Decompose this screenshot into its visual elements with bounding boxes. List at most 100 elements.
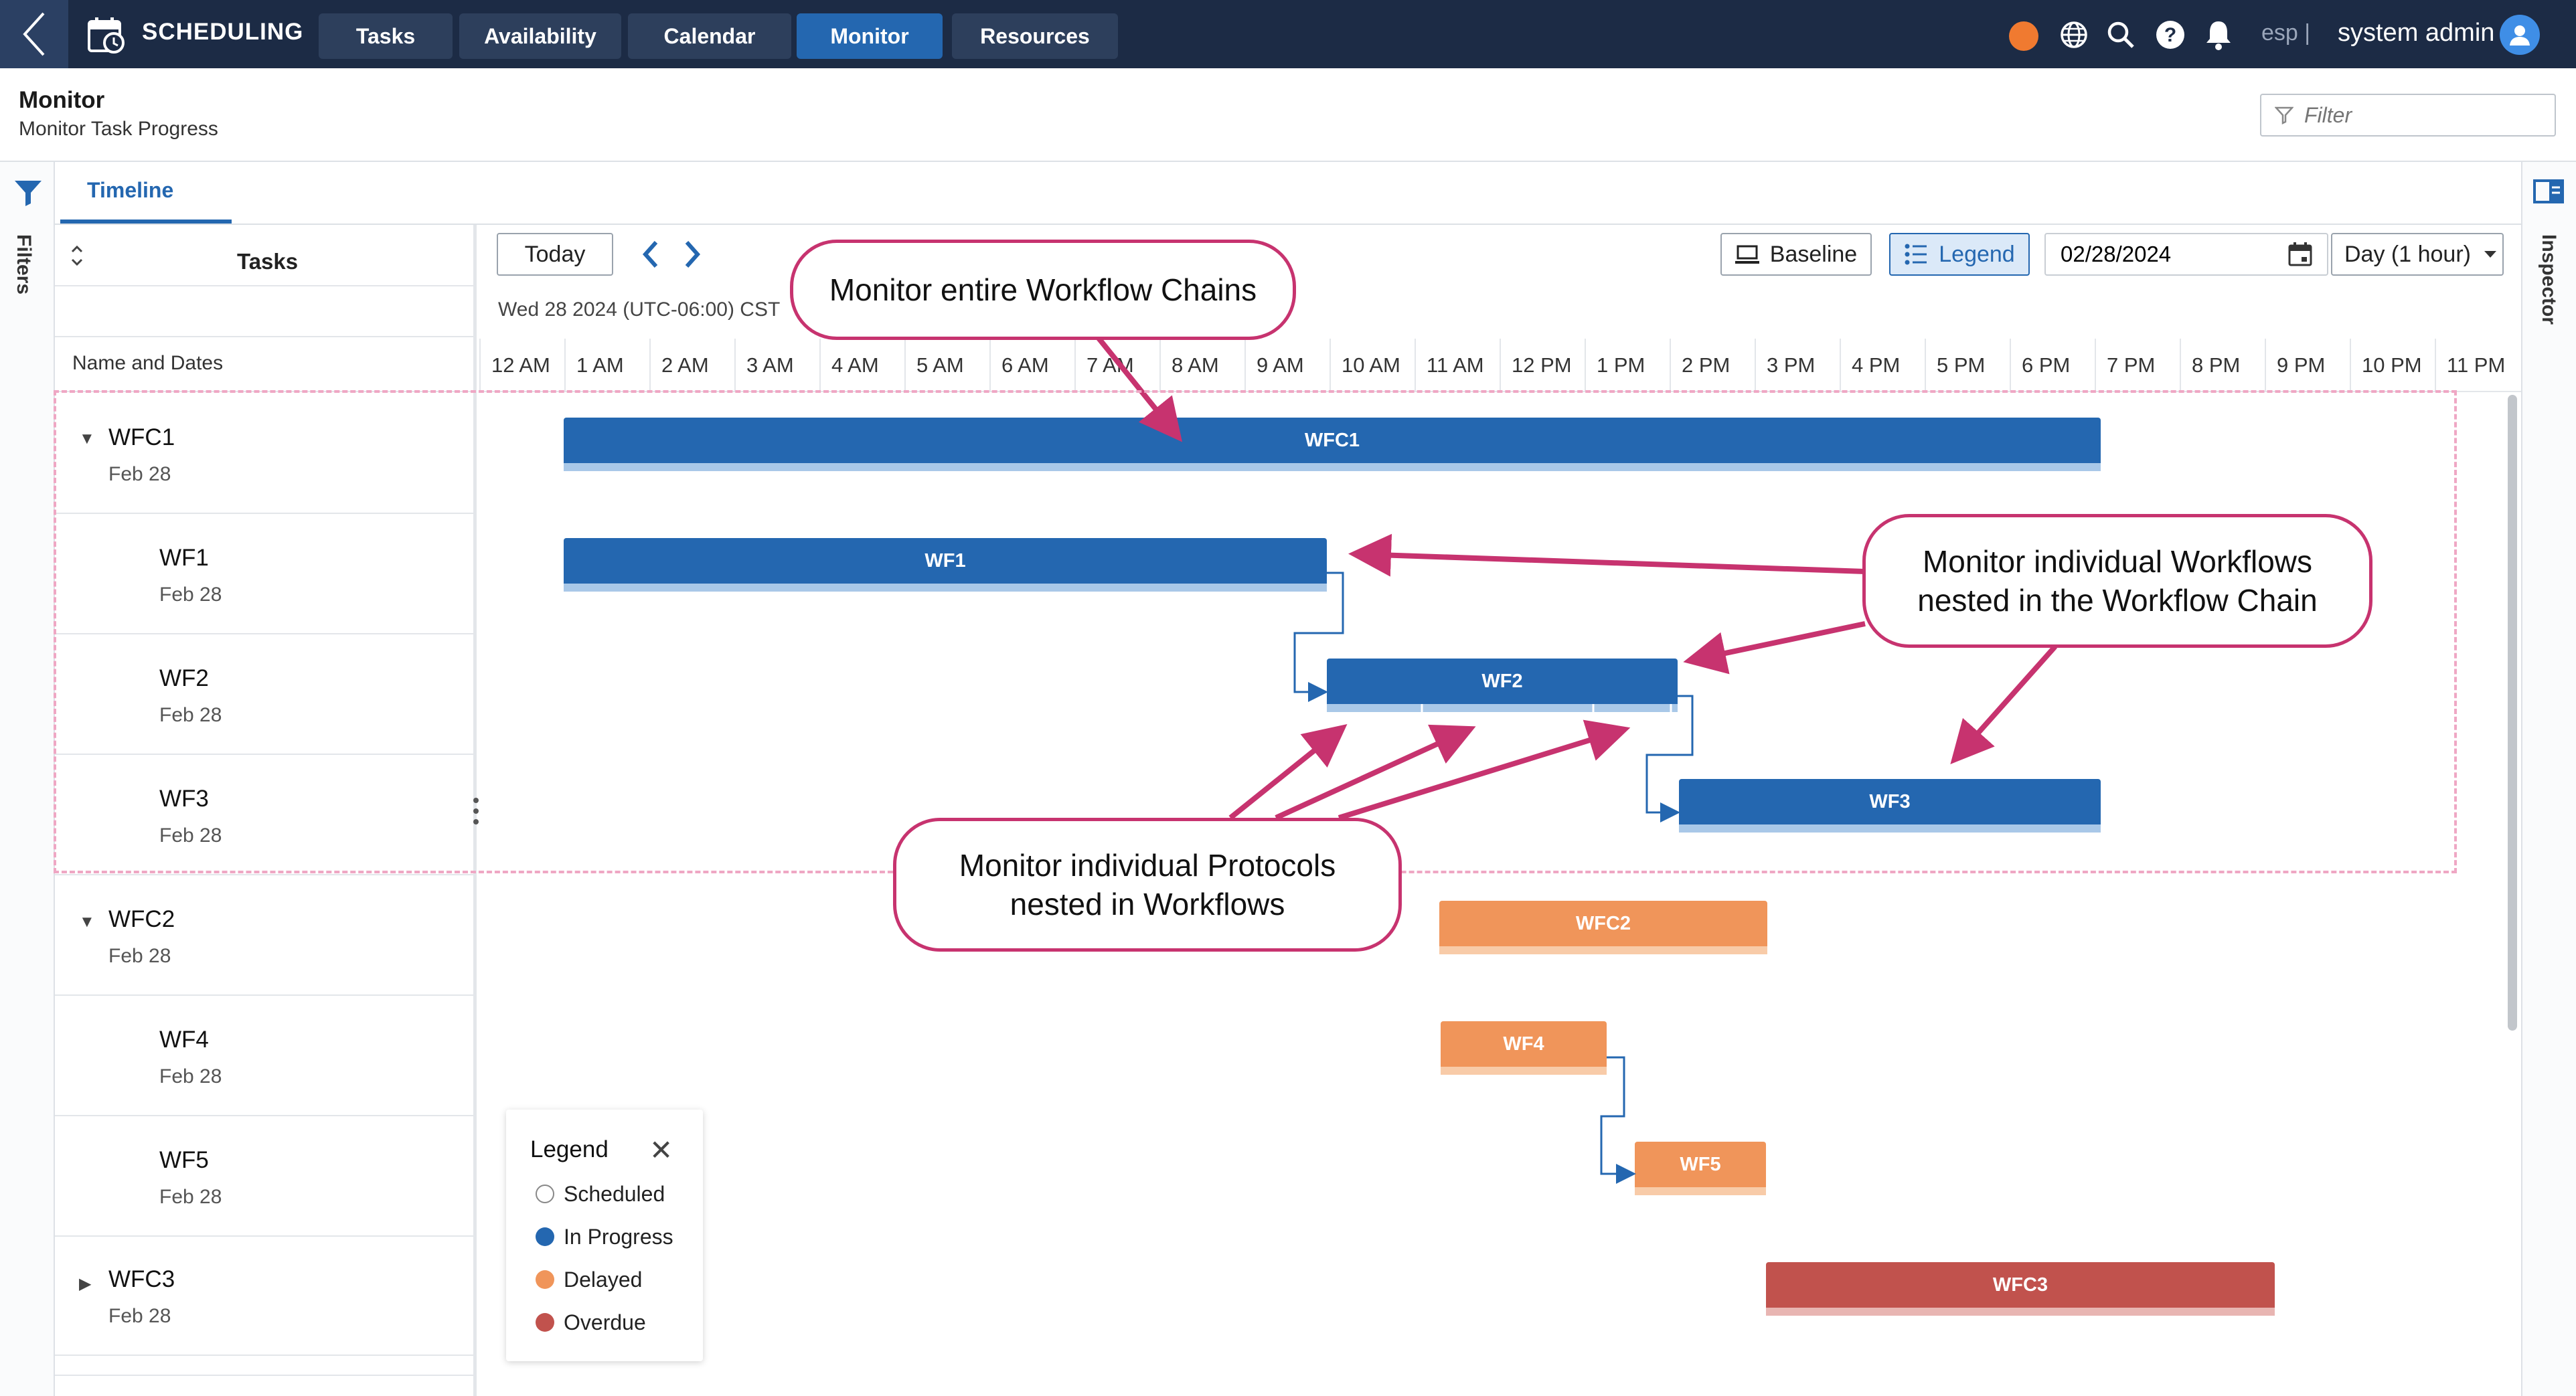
- filter-input[interactable]: [2303, 102, 2547, 128]
- hour-label: 9 PM: [2265, 339, 2350, 392]
- nav-tab-resources[interactable]: Resources: [952, 13, 1118, 59]
- task-name: WFC3: [108, 1266, 175, 1292]
- hour-label: 2 PM: [1670, 339, 1755, 392]
- hour-label: 6 PM: [2010, 339, 2095, 392]
- filter-field[interactable]: [2260, 94, 2556, 137]
- nav-tab-tasks[interactable]: Tasks: [319, 13, 453, 59]
- tab-timeline[interactable]: Timeline: [87, 178, 173, 203]
- gantt-bar-wfc3[interactable]: WFC3: [1766, 1262, 2275, 1308]
- back-button[interactable]: [0, 0, 68, 68]
- sort-icon[interactable]: [67, 242, 87, 269]
- callout-workflows: Monitor individual Workflows nested in t…: [1862, 514, 2372, 648]
- user-icon[interactable]: [2500, 15, 2540, 55]
- progress-line: [1441, 1067, 1607, 1075]
- gantt-bar-wf4[interactable]: WF4: [1441, 1021, 1607, 1067]
- task-row[interactable]: ▶ WFC3 Feb 28: [55, 1237, 474, 1355]
- callout-line: Monitor individual Workflows: [1922, 544, 2313, 579]
- hour-label: 11 AM: [1415, 339, 1500, 392]
- caret-down-icon[interactable]: ▼: [79, 913, 95, 932]
- user-name[interactable]: system admin: [2338, 19, 2494, 48]
- page-subtitle: Monitor Task Progress: [19, 118, 218, 140]
- legend-dot-overdue: [536, 1313, 554, 1332]
- task-date: Feb 28: [108, 945, 171, 967]
- task-date: Feb 28: [159, 1186, 222, 1208]
- svg-text:?: ?: [2164, 24, 2176, 46]
- hour-label: 12 AM: [479, 339, 564, 392]
- legend-item: Delayed: [564, 1268, 643, 1292]
- task-row[interactable]: ▼ WFC2 Feb 28: [55, 875, 474, 994]
- hour-label: 8 AM: [1159, 339, 1244, 392]
- globe-icon[interactable]: [2058, 19, 2090, 51]
- hour-label: 11 PM: [2435, 339, 2520, 392]
- gantt-bar-wfc2[interactable]: WFC2: [1439, 901, 1767, 946]
- hour-label: 5 PM: [1925, 339, 2010, 392]
- callout-protocols: Monitor individual Protocols nested in W…: [893, 818, 1402, 952]
- chevron-left-icon[interactable]: [639, 238, 663, 274]
- legend-dot-scheduled: [536, 1185, 554, 1203]
- divider: [55, 1375, 474, 1376]
- filters-toggle[interactable]: Filters: [12, 234, 35, 294]
- language-switcher[interactable]: esp |: [2261, 20, 2310, 46]
- inspector-toggle[interactable]: Inspector: [2537, 234, 2560, 325]
- filter-icon[interactable]: [13, 178, 43, 211]
- baseline-label: Baseline: [1769, 241, 1858, 267]
- page-title: Monitor: [19, 87, 105, 113]
- search-icon[interactable]: [2105, 19, 2137, 51]
- close-icon[interactable]: ✕: [649, 1134, 673, 1166]
- status-indicator[interactable]: [2009, 21, 2038, 51]
- task-date: Feb 28: [159, 1065, 222, 1087]
- callout-line: nested in Workflows: [1010, 887, 1285, 922]
- hour-label: 7 AM: [1074, 339, 1159, 392]
- scale-value: Day (1 hour): [2344, 241, 2471, 267]
- task-date: Feb 28: [108, 1305, 171, 1327]
- calendar-icon: [87, 16, 126, 54]
- hour-label: 4 PM: [1840, 339, 1925, 392]
- date-input[interactable]: [2059, 241, 2263, 268]
- callout-workflow-chains: Monitor entire Workflow Chains: [790, 240, 1296, 340]
- help-icon[interactable]: ?: [2154, 19, 2186, 51]
- hour-label: 6 AM: [989, 339, 1074, 392]
- task-name: WF5: [159, 1147, 209, 1173]
- tasks-header: Tasks: [237, 249, 299, 274]
- back-icon: [23, 12, 45, 56]
- scale-select[interactable]: Day (1 hour): [2331, 233, 2504, 276]
- date-field[interactable]: [2044, 233, 2328, 276]
- nav-tab-calendar[interactable]: Calendar: [628, 13, 791, 59]
- divider: [55, 1355, 474, 1356]
- hour-label: 7 PM: [2095, 339, 2180, 392]
- divider: [55, 285, 477, 286]
- bell-icon[interactable]: [2202, 19, 2235, 51]
- nav-tab-monitor[interactable]: Monitor: [797, 13, 943, 59]
- task-name: WF4: [159, 1027, 209, 1053]
- task-name: WFC2: [108, 906, 175, 932]
- hour-label: 5 AM: [904, 339, 989, 392]
- legend-dot-delayed: [536, 1270, 554, 1289]
- filters-rail: [0, 162, 55, 1396]
- task-row[interactable]: WF5 Feb 28: [55, 1116, 474, 1235]
- calendar-picker-icon[interactable]: [2287, 241, 2314, 268]
- divider: [55, 336, 477, 337]
- vertical-scrollbar[interactable]: [2508, 395, 2517, 1031]
- hour-scale: 12 AM 1 AM 2 AM 3 AM 4 AM 5 AM 6 AM 7 AM 8 AM 9 A…: [479, 339, 2521, 392]
- legend-button[interactable]: Legend: [1889, 233, 2030, 276]
- task-row[interactable]: WF4 Feb 28: [55, 996, 474, 1115]
- inspector-icon[interactable]: [2533, 179, 2564, 207]
- today-button[interactable]: Today: [497, 233, 613, 276]
- chevron-right-icon[interactable]: [680, 238, 704, 274]
- baseline-button[interactable]: Baseline: [1720, 233, 1872, 276]
- legend-icon: [1905, 244, 1927, 265]
- app-title: SCHEDULING: [142, 19, 304, 45]
- gantt-bar-wf5[interactable]: WF5: [1635, 1142, 1766, 1187]
- legend-title: Legend: [530, 1136, 609, 1162]
- hour-label: 8 PM: [2180, 339, 2265, 392]
- caret-right-icon[interactable]: ▶: [79, 1274, 91, 1294]
- hour-label: 3 PM: [1755, 339, 1840, 392]
- legend-item: In Progress: [564, 1225, 673, 1249]
- hour-label: 3 AM: [734, 339, 819, 392]
- legend-dot-in-progress: [536, 1227, 554, 1246]
- chevron-down-icon: [2484, 251, 2496, 258]
- legend-item: Scheduled: [564, 1182, 665, 1206]
- hour-label: 1 PM: [1585, 339, 1670, 392]
- nav-tab-availability[interactable]: Availability: [459, 13, 621, 59]
- filter-icon: [2275, 106, 2293, 124]
